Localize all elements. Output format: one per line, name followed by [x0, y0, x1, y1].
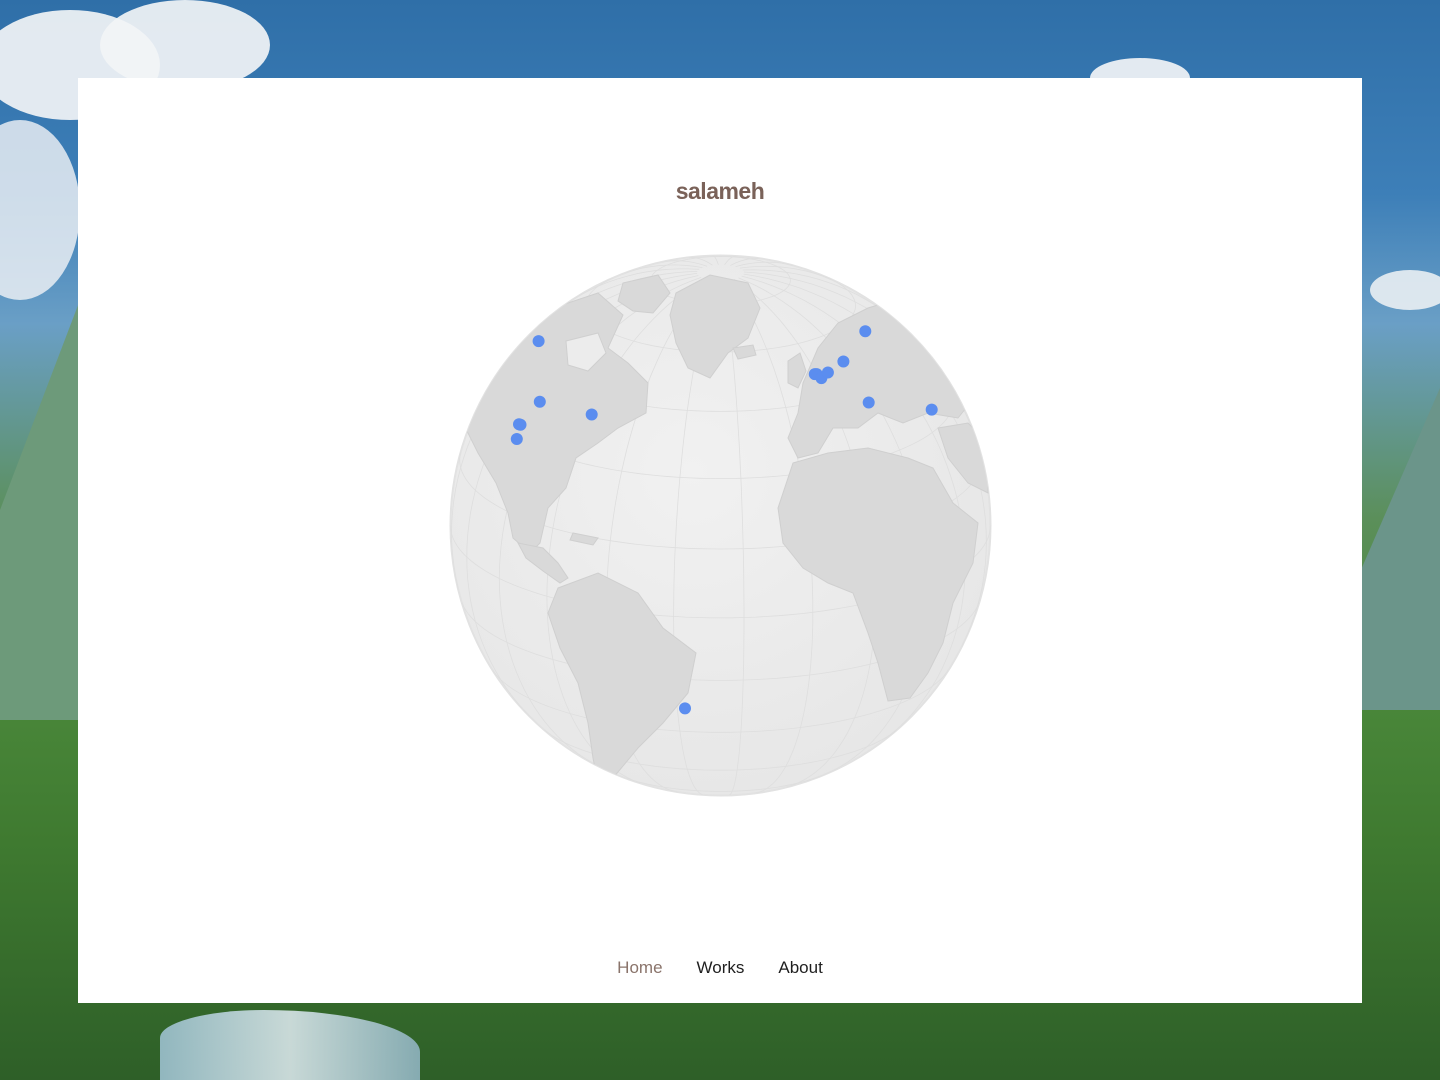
nav-home[interactable]: Home [617, 958, 662, 978]
location-marker[interactable] [533, 395, 546, 408]
river [160, 1010, 420, 1080]
location-marker[interactable] [859, 325, 872, 338]
location-marker[interactable] [513, 418, 525, 431]
location-marker[interactable] [862, 396, 875, 409]
cloud [100, 0, 270, 90]
location-marker[interactable] [532, 335, 545, 348]
main-nav: Home Works About [78, 958, 1362, 978]
location-marker[interactable] [585, 408, 598, 421]
main-card: salameh Home Works About [78, 78, 1362, 1003]
location-marker[interactable] [837, 355, 850, 368]
globe[interactable] [448, 253, 993, 798]
site-title[interactable]: salameh [78, 178, 1362, 205]
globe-map[interactable] [448, 253, 993, 798]
nav-works[interactable]: Works [697, 958, 745, 978]
location-marker[interactable] [821, 366, 834, 379]
nav-about[interactable]: About [778, 958, 822, 978]
location-marker[interactable] [925, 403, 938, 416]
cloud [0, 120, 80, 300]
location-marker[interactable] [510, 433, 523, 445]
location-marker[interactable] [679, 702, 691, 715]
